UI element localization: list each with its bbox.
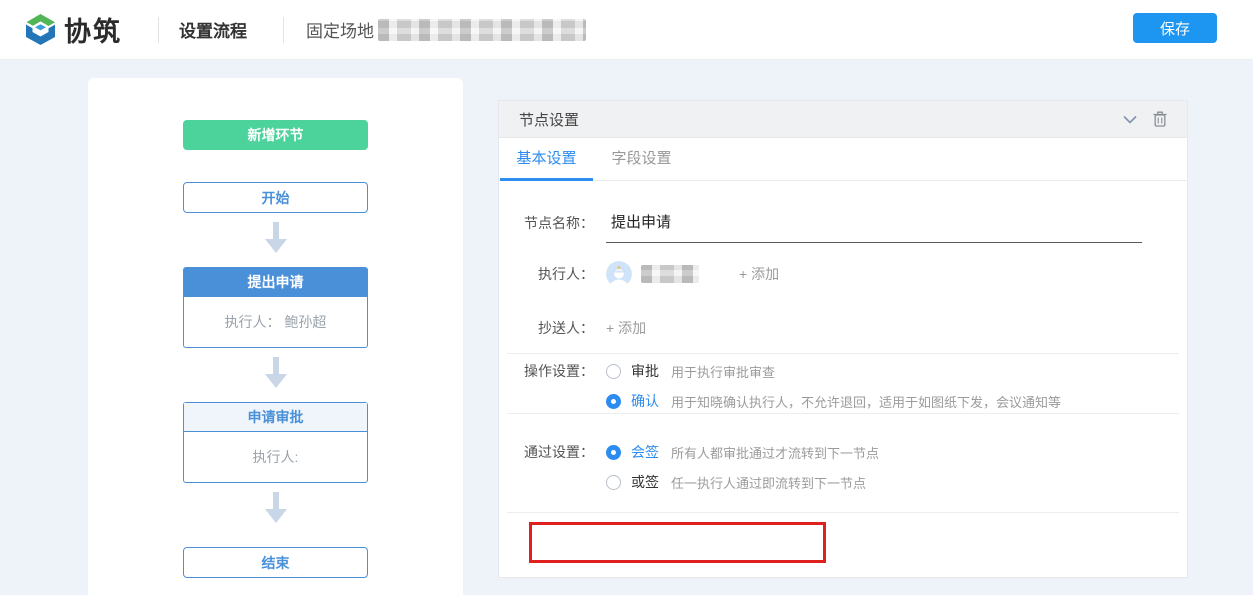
flow-node-title: 申请审批 <box>184 403 367 432</box>
radio-label: 审批 <box>631 361 659 381</box>
radio-label: 确认 <box>631 391 659 411</box>
page-body: 新增环节 开始 提出申请 执行人： 鲍孙超 申请审批 执行人: 结束 节点设置 <box>0 60 1253 595</box>
flow-arrow-icon <box>265 357 287 394</box>
radio-desc: 任一执行人通过即流转到下一节点 <box>671 473 866 492</box>
radio-desc: 用于知晓确认执行人，不允许退回，适用于如图纸下发，会议通知等 <box>671 392 1061 411</box>
flow-node-approve[interactable]: 申请审批 执行人: <box>183 402 368 483</box>
radio-icon[interactable] <box>606 475 621 490</box>
flow-title-prefix: 固定场地 <box>306 17 374 42</box>
flow-panel: 新增环节 开始 提出申请 执行人： 鲍孙超 申请审批 执行人: 结束 <box>88 78 463 595</box>
flow-node-end[interactable]: 结束 <box>183 547 368 578</box>
executor-label: 执行人： <box>524 259 594 289</box>
operation-label: 操作设置： <box>524 356 594 386</box>
radio-option-countersign[interactable]: 会签 所有人都审批通过才流转到下一节点 <box>606 437 879 467</box>
pass-options: 会签 所有人都审批通过才流转到下一节点 或签 任一执行人通过即流转到下一节点 <box>606 437 879 497</box>
cc-label: 抄送人： <box>524 313 594 343</box>
annotation-highlight-box <box>529 522 826 563</box>
divider <box>507 512 1179 513</box>
divider <box>507 353 1179 354</box>
divider <box>507 413 1179 414</box>
settings-panel-header: 节点设置 <box>499 101 1187 138</box>
redacted-executor-name <box>641 265 699 283</box>
add-node-button[interactable]: 新增环节 <box>183 120 368 150</box>
panel-title: 节点设置 <box>519 109 579 130</box>
cc-add-button[interactable]: + 添加 <box>606 313 646 343</box>
flow-node-executor: 执行人： 鲍孙超 <box>184 297 367 347</box>
radio-option-confirm[interactable]: 确认 用于知晓确认执行人，不允许退回，适用于如图纸下发，会议通知等 <box>606 386 1061 416</box>
flow-title: 固定场地 <box>306 17 586 42</box>
settings-form: 节点名称： 执行人： + 添加 抄送人： + <box>499 181 1187 577</box>
radio-option-orsign[interactable]: 或签 任一执行人通过即流转到下一节点 <box>606 467 879 497</box>
flow-node-start[interactable]: 开始 <box>183 182 368 213</box>
flow-node-executor: 执行人: <box>184 432 367 482</box>
node-name-input[interactable] <box>606 203 1142 243</box>
header-divider <box>283 17 284 43</box>
save-button[interactable]: 保存 <box>1133 13 1217 43</box>
radio-option-approve[interactable]: 审批 用于执行审批审查 <box>606 356 1061 386</box>
operation-options: 审批 用于执行审批审查 确认 用于知晓确认执行人，不允许退回，适用于如图纸下发，… <box>606 356 1061 416</box>
pass-label: 通过设置： <box>524 437 594 467</box>
collapse-chevron-icon[interactable] <box>1123 115 1137 124</box>
radio-icon-selected[interactable] <box>606 445 621 460</box>
radio-icon[interactable] <box>606 364 621 379</box>
page-title: 设置流程 <box>179 17 247 42</box>
radio-icon-selected[interactable] <box>606 394 621 409</box>
settings-panel: 节点设置 基本设置 字段设置 <box>498 100 1188 578</box>
delete-trash-icon[interactable] <box>1153 111 1167 127</box>
tab-basic-settings[interactable]: 基本设置 <box>499 138 594 180</box>
tab-field-settings[interactable]: 字段设置 <box>594 138 689 180</box>
executor-row: + 添加 <box>606 259 779 289</box>
header-divider <box>158 17 159 43</box>
app-logo-icon <box>24 13 57 46</box>
executor-avatar <box>606 261 632 287</box>
brand-name: 协筑 <box>64 10 122 49</box>
redacted-flow-title <box>378 19 586 41</box>
flow-node-title: 提出申请 <box>184 268 367 297</box>
node-name-label: 节点名称： <box>524 203 594 243</box>
app-header: 协筑 设置流程 固定场地 保存 <box>0 0 1253 60</box>
settings-tabs: 基本设置 字段设置 <box>499 138 1187 181</box>
radio-desc: 所有人都审批通过才流转到下一节点 <box>671 443 879 462</box>
executor-add-button[interactable]: + 添加 <box>739 264 779 284</box>
radio-desc: 用于执行审批审查 <box>671 362 775 381</box>
flow-arrow-icon <box>265 222 287 259</box>
radio-label: 或签 <box>631 472 659 492</box>
flow-node-apply[interactable]: 提出申请 执行人： 鲍孙超 <box>183 267 368 348</box>
brand: 协筑 <box>24 10 122 49</box>
radio-label: 会签 <box>631 442 659 462</box>
flow-arrow-icon <box>265 492 287 529</box>
